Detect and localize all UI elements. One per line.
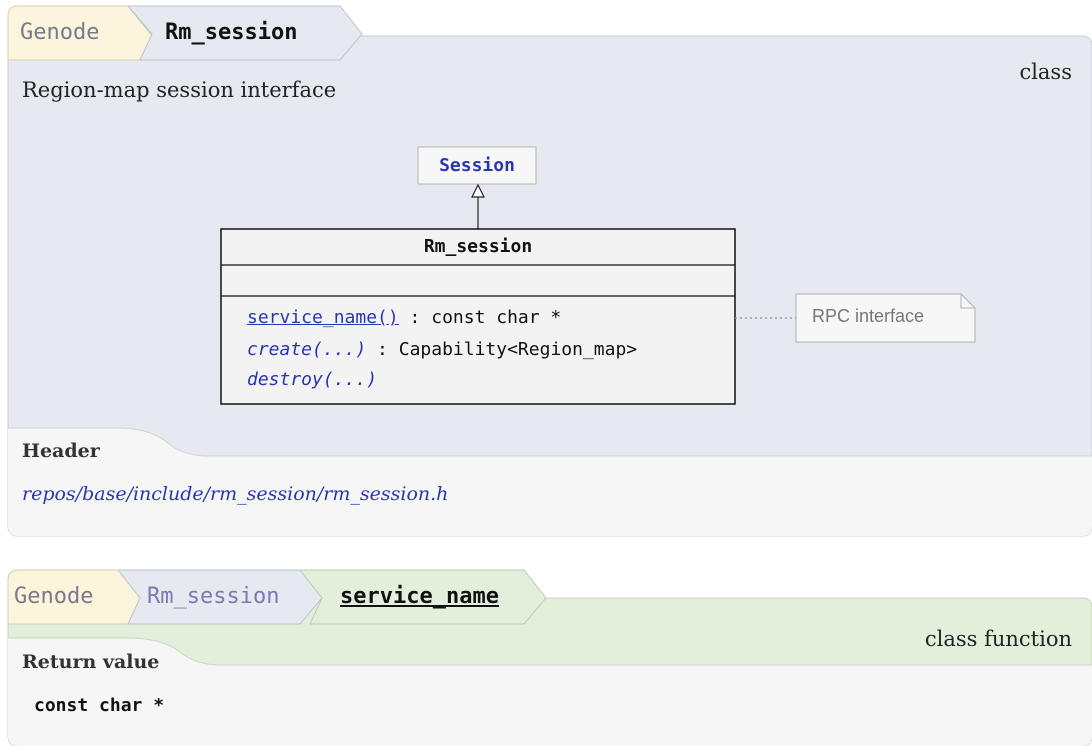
method-return-type: : Capability<Region_map> (366, 339, 638, 360)
method-destroy: destroy(...) (247, 369, 378, 390)
breadcrumb-current-class: Rm_session (165, 20, 298, 45)
method-service-name-link[interactable]: service_name() (247, 307, 399, 328)
uml-class-name: Rm_session (423, 236, 533, 257)
return-type-value: const char * (34, 695, 165, 716)
header-section-label: Header (22, 440, 100, 462)
uml-method-row: destroy(...) (247, 369, 377, 390)
uml-method-row: create(...) : Capability<Region_map> (247, 339, 637, 360)
entity-kind-label: class (1019, 60, 1072, 84)
base-class-link[interactable]: Session (418, 155, 536, 176)
breadcrumb-class[interactable]: Rm_session (147, 583, 279, 611)
method-create: create(...) (247, 339, 367, 360)
class-description: Region-map session interface (22, 78, 337, 102)
uml-method-row: service_name() : const char * (247, 307, 561, 328)
entity-kind-label: class function (924, 627, 1072, 651)
header-path-link[interactable]: repos/base/include/rm_session/rm_session… (22, 483, 448, 505)
breadcrumb-namespace[interactable]: Genode (14, 583, 93, 611)
breadcrumb-current-function: service_name (340, 584, 499, 609)
method-return-type: : const char * (398, 307, 562, 328)
return-value-label: Return value (22, 651, 160, 673)
breadcrumb-namespace[interactable]: Genode (20, 19, 99, 47)
rpc-interface-note: RPC interface (812, 306, 925, 326)
